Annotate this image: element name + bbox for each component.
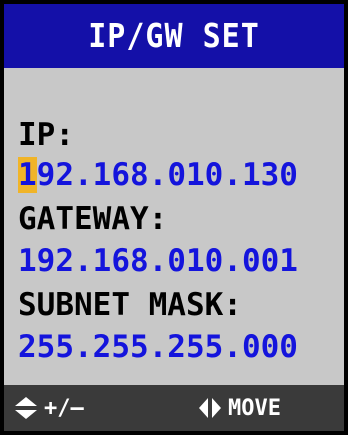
edit-cursor[interactable]: 1 — [18, 157, 37, 193]
gateway-label: GATEWAY: — [18, 201, 168, 237]
page-title: IP/GW SET — [88, 16, 260, 56]
ip-value-rest: 92.168.010.130 — [36, 157, 298, 193]
gateway-field[interactable]: 192.168.010.001 — [18, 242, 298, 280]
move-hint-label: MOVE — [228, 395, 281, 421]
ip-field[interactable]: 192.168.010.130 — [18, 156, 298, 194]
header-bar: IP/GW SET — [4, 4, 344, 68]
up-down-arrows-icon — [15, 397, 37, 419]
ip-label: IP: — [18, 117, 74, 153]
footer-bar: +/— MOVE — [4, 385, 344, 431]
move-hint[interactable]: MOVE — [198, 385, 281, 431]
left-right-arrows-icon — [199, 398, 221, 418]
adjust-hint-label: +/— — [44, 395, 84, 421]
subnet-mask-field[interactable]: 255.255.255.000 — [18, 328, 298, 366]
adjust-hint[interactable]: +/— — [14, 385, 84, 431]
lcd-screen: IP/GW SET IP: 192.168.010.130 GATEWAY: 1… — [4, 4, 344, 431]
subnet-mask-label: SUBNET MASK: — [18, 287, 242, 323]
